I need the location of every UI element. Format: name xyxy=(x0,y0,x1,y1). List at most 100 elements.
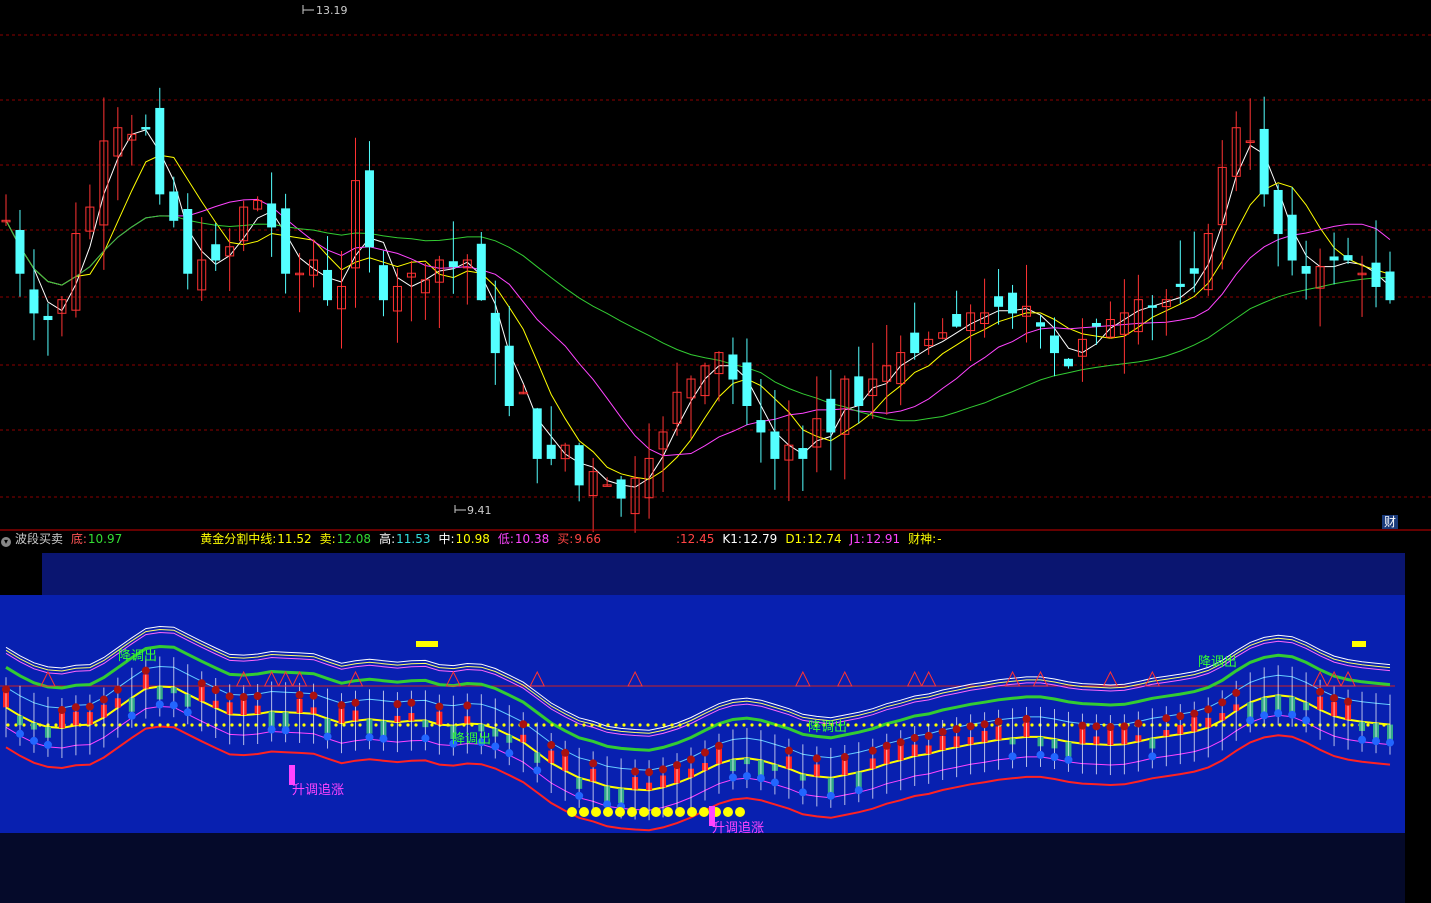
gold-ratio-dot xyxy=(350,723,354,727)
signal-dot xyxy=(1246,716,1255,725)
gold-ratio-dot xyxy=(1174,723,1178,727)
gold-ratio-dot xyxy=(1166,723,1170,727)
signal-dot xyxy=(1036,750,1045,759)
rally-dot xyxy=(675,807,685,817)
panel-outer-bottom xyxy=(0,833,1405,903)
signal-dot xyxy=(659,765,668,774)
signal-dot xyxy=(169,701,178,710)
signal-dot xyxy=(113,685,122,694)
signal-dot xyxy=(1176,712,1185,721)
signal-dot xyxy=(1120,722,1129,731)
legend-label: J1: xyxy=(849,532,865,546)
low-price-label: 9.41 xyxy=(467,504,492,517)
gold-ratio-dot xyxy=(726,723,730,727)
signal-dot xyxy=(239,693,248,702)
gold-ratio-dot xyxy=(318,723,322,727)
signal-dot xyxy=(1092,722,1101,731)
gold-ratio-dot xyxy=(670,723,674,727)
gold-ratio-dot xyxy=(574,723,578,727)
gold-ratio-dot xyxy=(446,723,450,727)
gold-ratio-dot xyxy=(118,723,122,727)
gold-ratio-dot xyxy=(302,723,306,727)
signal-dot xyxy=(197,679,206,688)
candle-body xyxy=(1259,128,1269,195)
candle-body xyxy=(448,261,458,268)
gold-ratio-dot xyxy=(902,723,906,727)
candle-body xyxy=(910,332,920,354)
candle-body xyxy=(504,345,514,407)
signal-dot xyxy=(1274,709,1283,718)
gold-ratio-dot xyxy=(742,723,746,727)
gold-ratio-dot xyxy=(262,723,266,727)
gold-ratio-dot xyxy=(198,723,202,727)
signal-dot xyxy=(155,700,164,709)
signal-dot xyxy=(1232,688,1241,697)
legend-item: 卖:12.08 xyxy=(320,532,375,546)
gold-ratio-dot xyxy=(150,723,154,727)
signal-dot xyxy=(673,761,682,770)
gold-ratio-dot xyxy=(694,723,698,727)
gold-ratio-dot xyxy=(6,723,10,727)
signal-dot xyxy=(631,767,640,776)
indicator-name[interactable]: 波段买卖 xyxy=(15,532,63,546)
signal-dot xyxy=(253,692,262,701)
candle-body xyxy=(798,448,808,459)
side-badge[interactable]: 财 xyxy=(1382,515,1399,529)
rally-dot xyxy=(627,807,637,817)
gold-ratio-dot xyxy=(222,723,226,727)
indicator-legend-bar: ▾ 波段买卖 底:10.97 黄金分割中线:11.52 卖:12.08 高:11.53 中… xyxy=(0,530,1431,548)
signal-dot xyxy=(351,698,360,707)
candle-body xyxy=(1175,283,1185,287)
legend-value: 9.66 xyxy=(574,532,602,546)
magenta-pillar xyxy=(289,765,295,785)
main-chart-bg xyxy=(0,0,1431,530)
gold-ratio-dot xyxy=(686,723,690,727)
gold-ratio-dot xyxy=(750,723,754,727)
signal-dot xyxy=(756,774,765,783)
gold-ratio-dot xyxy=(462,723,466,727)
gold-ratio-dot xyxy=(294,723,298,727)
candle-body xyxy=(29,289,39,314)
signal-dot xyxy=(99,695,108,704)
indicator-values-group-2: :12.45 K1:12.79 D1:12.74 J1:12.91 财神:- xyxy=(676,530,950,548)
signal-dot xyxy=(71,703,80,712)
gold-ratio-dot xyxy=(430,723,434,727)
gold-ratio-dot xyxy=(590,723,594,727)
rally-dot xyxy=(567,807,577,817)
legend-label: D1: xyxy=(785,532,807,546)
gold-ratio-dot xyxy=(334,723,338,727)
chart-stage: 13.19 9.41 降调出降调出降调出降调出升调追涨升调追涨 xyxy=(0,0,1431,903)
candle-body xyxy=(378,265,388,301)
signal-dot xyxy=(1204,705,1213,714)
annotation-label: 升调追涨 xyxy=(292,782,344,798)
gold-ratio-dot xyxy=(622,723,626,727)
candle-body xyxy=(1385,271,1395,301)
gold-ratio-dot xyxy=(414,723,418,727)
signal-dot xyxy=(784,746,793,755)
signal-dot xyxy=(1022,714,1031,723)
candle-body xyxy=(183,208,193,274)
gold-ratio-dot xyxy=(486,723,490,727)
gold-ratio-dot xyxy=(1070,723,1074,727)
gold-ratio-dot xyxy=(1222,723,1226,727)
signal-dot xyxy=(1372,737,1381,746)
indicator-values-group-1: 底:10.97 黄金分割中线:11.52 卖:12.08 高:11.53 中:10.98… xyxy=(71,532,609,546)
gold-ratio-dot xyxy=(758,723,762,727)
gold-ratio-dot xyxy=(158,723,162,727)
candle-body xyxy=(490,312,500,354)
rally-dot xyxy=(723,807,733,817)
signal-dot xyxy=(952,725,961,734)
candle-body xyxy=(281,208,291,274)
candle-body xyxy=(994,296,1004,307)
signal-dot xyxy=(924,731,933,740)
gold-ratio-dot xyxy=(910,723,914,727)
signal-dot xyxy=(966,722,975,731)
signal-dot xyxy=(435,702,444,711)
gold-ratio-dot xyxy=(38,723,42,727)
candle-body xyxy=(476,243,486,301)
annotation-label: 降调出 xyxy=(1198,655,1237,670)
signal-dot xyxy=(700,748,709,757)
signal-dot xyxy=(491,742,500,751)
chevron-down-icon[interactable]: ▾ xyxy=(1,537,11,547)
signal-dot xyxy=(589,759,598,768)
